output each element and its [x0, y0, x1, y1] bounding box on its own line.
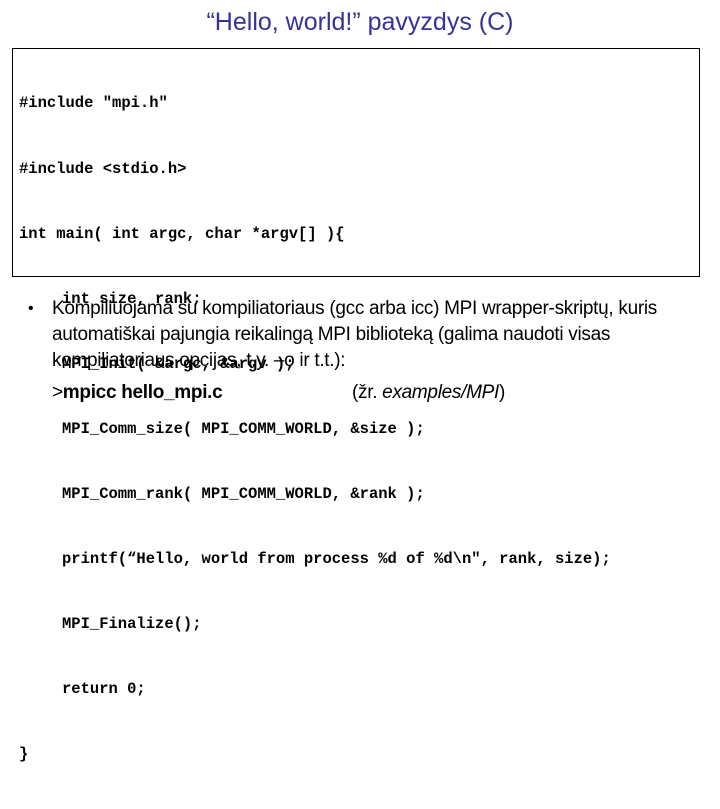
slide-title: “Hello, world!” pavyzdys (C) — [206, 8, 514, 36]
bullet-item: • Kompiliuojama su kompiliatoriaus (gcc … — [28, 296, 708, 374]
reference-path: examples/MPI — [382, 382, 499, 403]
code-line: int main( int argc, char *argv[] ){ — [19, 224, 345, 243]
code-line: } — [19, 745, 29, 764]
code-line: printf(“Hello, world from process %d of … — [62, 550, 611, 569]
compile-command-row: >mpicc hello_mpi.c (žr. examples/MPI) — [52, 380, 505, 406]
code-box: #include "mpi.h" #include <stdio.h> int … — [12, 48, 700, 763]
examples-reference: (žr. examples/MPI) — [352, 380, 505, 406]
code-line: return 0; — [62, 680, 146, 699]
code-line: #include <stdio.h> — [19, 159, 187, 178]
compile-command: mpicc hello_mpi.c — [62, 382, 223, 403]
code-listing: #include "mpi.h" #include <stdio.h> int … — [19, 50, 611, 809]
command-prompt: > — [52, 382, 63, 403]
reference-suffix: ) — [498, 382, 505, 403]
reference-prefix: (žr. — [352, 382, 383, 403]
bullet-text: Kompiliuojama su kompiliatoriaus (gcc ar… — [52, 298, 658, 371]
code-line: #include "mpi.h" — [19, 94, 168, 113]
code-line: MPI_Comm_rank( MPI_COMM_WORLD, &rank ); — [62, 484, 425, 503]
code-line: MPI_Comm_size( MPI_COMM_WORLD, &size ); — [62, 419, 425, 438]
code-line: MPI_Finalize(); — [62, 615, 202, 634]
bullet-marker: • — [28, 300, 34, 317]
